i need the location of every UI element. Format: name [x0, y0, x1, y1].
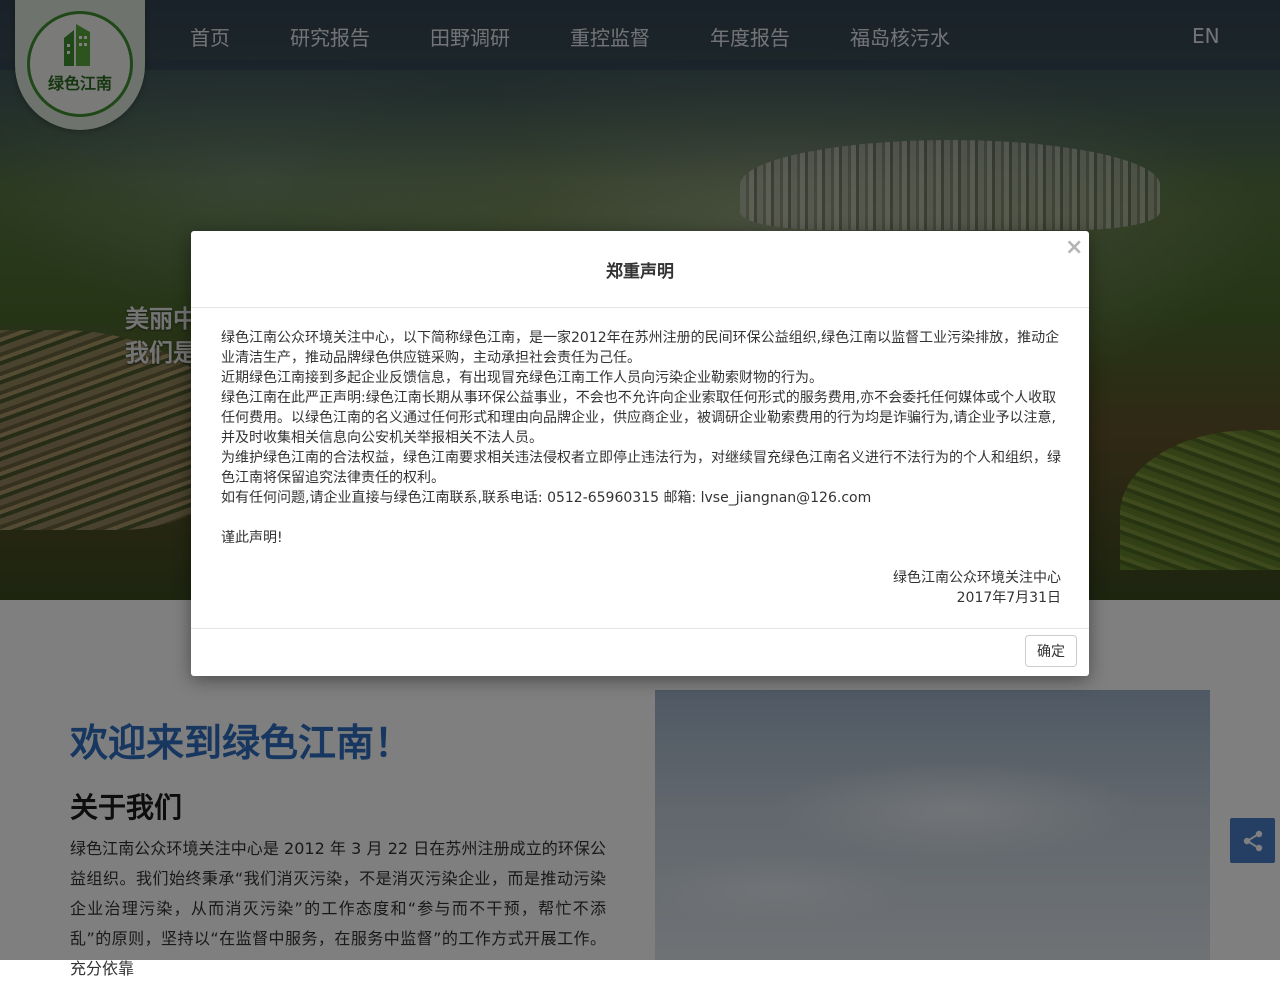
modal-paragraph: 如有任何问题,请企业直接与绿色江南联系,联系电话: 0512-65960315 …: [221, 490, 872, 506]
modal-header: 郑重声明 ×: [191, 231, 1089, 308]
confirm-button[interactable]: 确定: [1025, 635, 1077, 667]
modal-paragraph: 绿色江南在此严正声明:绿色江南长期从事环保公益事业，不会也不允许向企业索取任何形…: [221, 390, 1057, 446]
modal-body: 绿色江南公众环境关注中心，以下简称绿色江南，是一家2012年在苏州注册的民间环保…: [221, 328, 1061, 608]
modal-paragraph: 近期绿色江南接到多起企业反馈信息，有出现冒充绿色江南工作人员向污染企业勒索财物的…: [221, 370, 823, 386]
signature-date: 2017年7月31日: [956, 590, 1061, 606]
close-icon[interactable]: ×: [1065, 235, 1083, 260]
modal-paragraph: 绿色江南公众环境关注中心，以下简称绿色江南，是一家2012年在苏州注册的民间环保…: [221, 330, 1060, 366]
modal-title: 郑重声明: [606, 262, 674, 282]
modal-closing: 谨此声明!: [221, 530, 283, 546]
announcement-modal: 郑重声明 × 绿色江南公众环境关注中心，以下简称绿色江南，是一家2012年在苏州…: [191, 231, 1089, 676]
modal-footer: 确定: [191, 628, 1089, 677]
signature-org: 绿色江南公众环境关注中心: [893, 570, 1061, 586]
modal-paragraph: 为维护绿色江南的合法权益，绿色江南要求相关违法侵权者立即停止违法行为，对继续冒充…: [221, 450, 1061, 486]
